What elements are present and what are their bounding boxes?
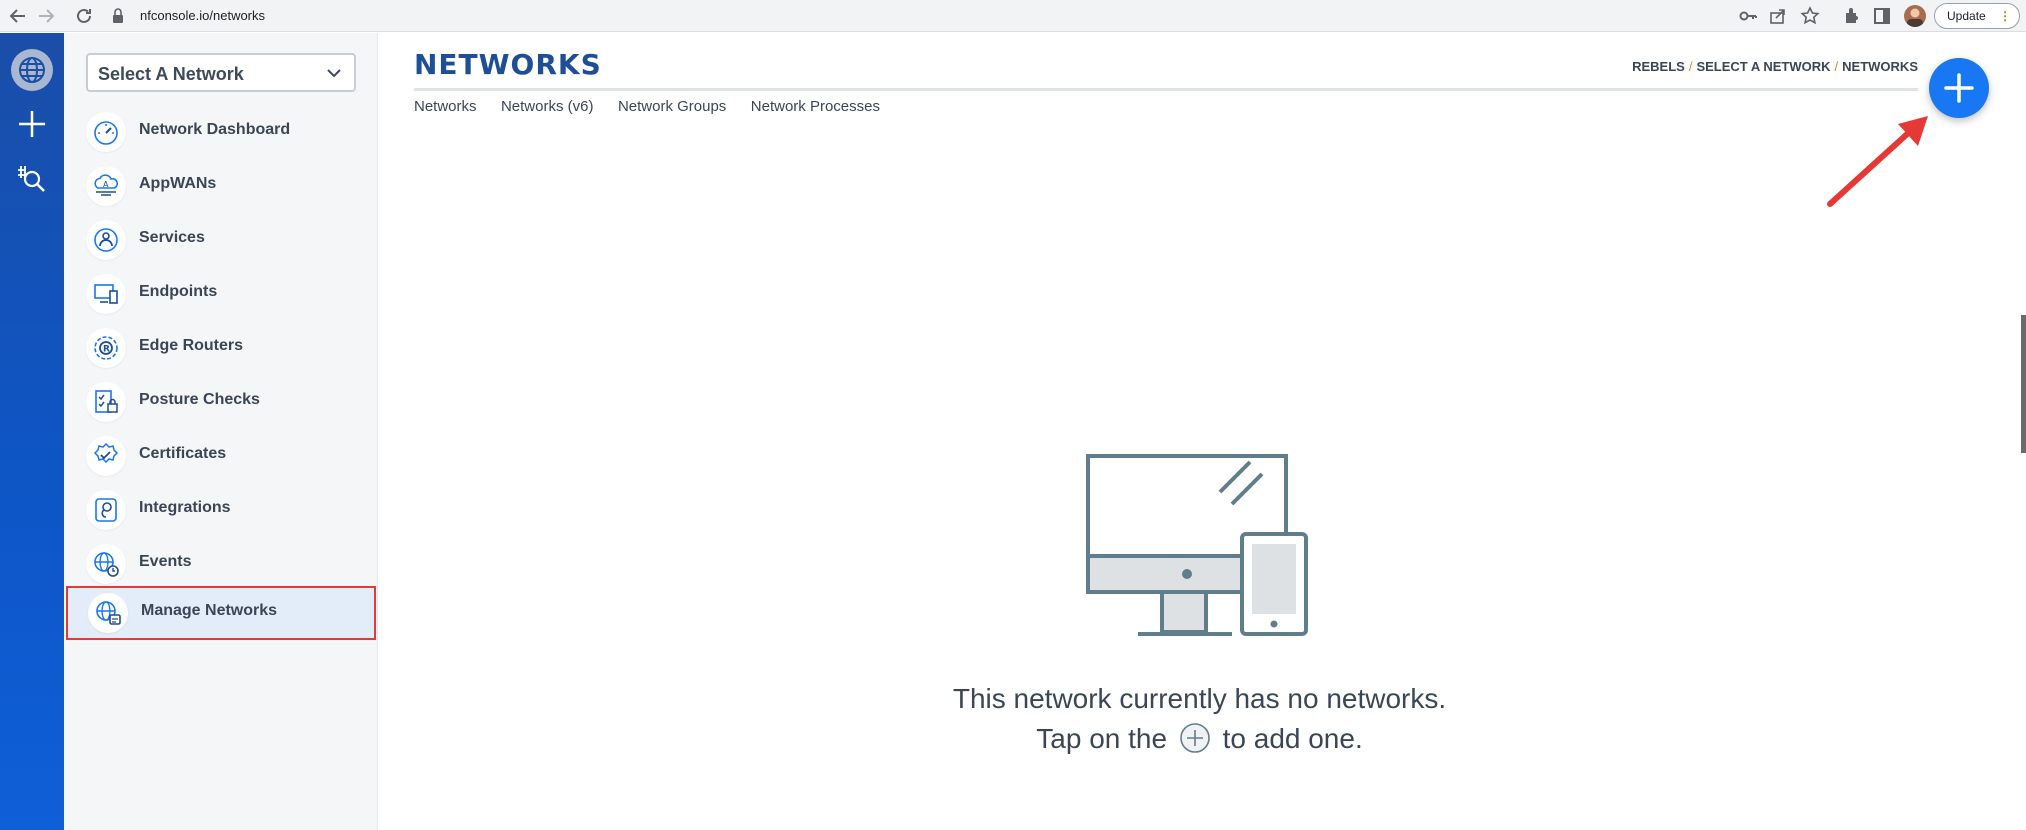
devices-illustration-icon <box>1086 454 1308 636</box>
lock-icon <box>113 8 123 23</box>
manage-networks-icon <box>88 593 128 633</box>
tab-bar: Networks Networks (v6) Network Groups Ne… <box>414 98 900 120</box>
sidebar-item-endpoints[interactable]: Endpoints <box>64 267 378 321</box>
update-label: Update <box>1947 9 1986 23</box>
sidebar-item-manage-networks[interactable]: Manage Networks <box>66 586 376 640</box>
empty-state-hint: Tap on the to add one. <box>840 722 1559 755</box>
empty-state-message: This network currently has no networks. <box>952 683 1447 714</box>
sidebar-item-events[interactable]: Events <box>64 537 378 591</box>
appwan-cloud-icon: A <box>86 166 126 206</box>
key-icon[interactable] <box>1736 4 1760 28</box>
network-select-label: Select A Network <box>98 64 244 84</box>
tab-networks[interactable]: Networks <box>414 98 477 115</box>
breadcrumb-separator: / <box>1688 59 1693 74</box>
breadcrumb-item[interactable]: REBELS <box>1632 59 1685 74</box>
sidebar-item-posture-checks[interactable]: Posture Checks <box>64 375 378 429</box>
svg-text:A: A <box>103 180 109 189</box>
sidebar-item-label: Certificates <box>139 445 227 462</box>
sidebar-item-label: Integrations <box>139 499 231 516</box>
back-arrow-icon[interactable] <box>6 4 30 28</box>
avatar[interactable] <box>1904 5 1926 27</box>
chevron-down-icon <box>327 69 341 78</box>
plus-icon <box>1944 73 1974 103</box>
share-icon[interactable] <box>1766 4 1790 28</box>
sidebar-item-label: Posture Checks <box>139 391 260 408</box>
scrollbar-thumb[interactable] <box>2021 315 2026 453</box>
app-rail <box>0 33 64 830</box>
breadcrumb: REBELS / SELECT A NETWORK / NETWORKS <box>1632 59 1918 74</box>
sidebar-item-appwans[interactable]: A AppWANs <box>64 159 378 213</box>
url-text: nfconsole.io/networks <box>140 8 266 23</box>
globe-icon[interactable] <box>11 49 53 91</box>
star-icon[interactable] <box>1798 4 1822 28</box>
sidebar-item-certificates[interactable]: Certificates <box>64 429 378 483</box>
sidebar-item-label: Manage Networks <box>141 602 278 619</box>
endpoints-icon <box>86 274 126 314</box>
certificate-icon <box>86 436 126 476</box>
empty-hint-after: to add one. <box>1222 723 1363 754</box>
sidebar-item-label: Edge Routers <box>139 337 244 354</box>
sidebar: Select A Network Network Dashboard A App… <box>64 33 378 830</box>
sidebar-item-label: Network Dashboard <box>139 121 291 138</box>
page-title: NETWORKS <box>414 48 602 81</box>
hash-search-icon[interactable] <box>14 161 48 195</box>
extensions-icon[interactable] <box>1840 4 1864 28</box>
network-select-dropdown[interactable]: Select A Network <box>86 53 356 92</box>
tab-networks-v6[interactable]: Networks (v6) <box>501 98 594 115</box>
tab-network-processes[interactable]: Network Processes <box>751 98 880 115</box>
update-button[interactable]: Update ⋮ <box>1934 3 2020 29</box>
breadcrumb-separator: / <box>1834 59 1839 74</box>
sidebar-item-network-dashboard[interactable]: Network Dashboard <box>64 105 378 159</box>
circle-plus-icon <box>1180 723 1210 753</box>
empty-hint-before: Tap on the <box>1036 723 1168 754</box>
reload-icon[interactable] <box>72 4 96 28</box>
forward-arrow-icon[interactable] <box>34 4 58 28</box>
sidebar-item-label: Events <box>139 553 192 570</box>
tab-network-groups[interactable]: Network Groups <box>618 98 726 115</box>
annotation-arrow-icon <box>1827 116 1928 207</box>
sidebar-item-label: Endpoints <box>139 283 218 300</box>
title-divider <box>414 88 1918 91</box>
svg-text:R: R <box>103 345 110 355</box>
address-bar[interactable]: nfconsole.io/networks <box>112 5 1722 27</box>
speedometer-icon <box>86 112 126 152</box>
browser-toolbar: nfconsole.io/networks Update ⋮ <box>0 0 2026 32</box>
integrations-icon <box>86 490 126 530</box>
sidebar-item-label: AppWANs <box>139 175 217 192</box>
breadcrumb-item[interactable]: SELECT A NETWORK <box>1696 59 1830 74</box>
edge-router-icon: R <box>86 328 126 368</box>
kebab-menu-icon: ⋮ <box>1999 9 2011 23</box>
sidebar-item-edge-routers[interactable]: R Edge Routers <box>64 321 378 375</box>
plus-icon[interactable] <box>15 107 49 141</box>
side-panel-icon[interactable] <box>1870 4 1894 28</box>
events-globe-icon <box>86 544 126 584</box>
breadcrumb-item: NETWORKS <box>1842 59 1918 74</box>
sidebar-item-integrations[interactable]: Integrations <box>64 483 378 537</box>
sidebar-item-services[interactable]: Services <box>64 213 378 267</box>
services-icon <box>86 220 126 260</box>
posture-check-icon <box>86 382 126 422</box>
sidebar-item-label: Services <box>139 229 205 246</box>
